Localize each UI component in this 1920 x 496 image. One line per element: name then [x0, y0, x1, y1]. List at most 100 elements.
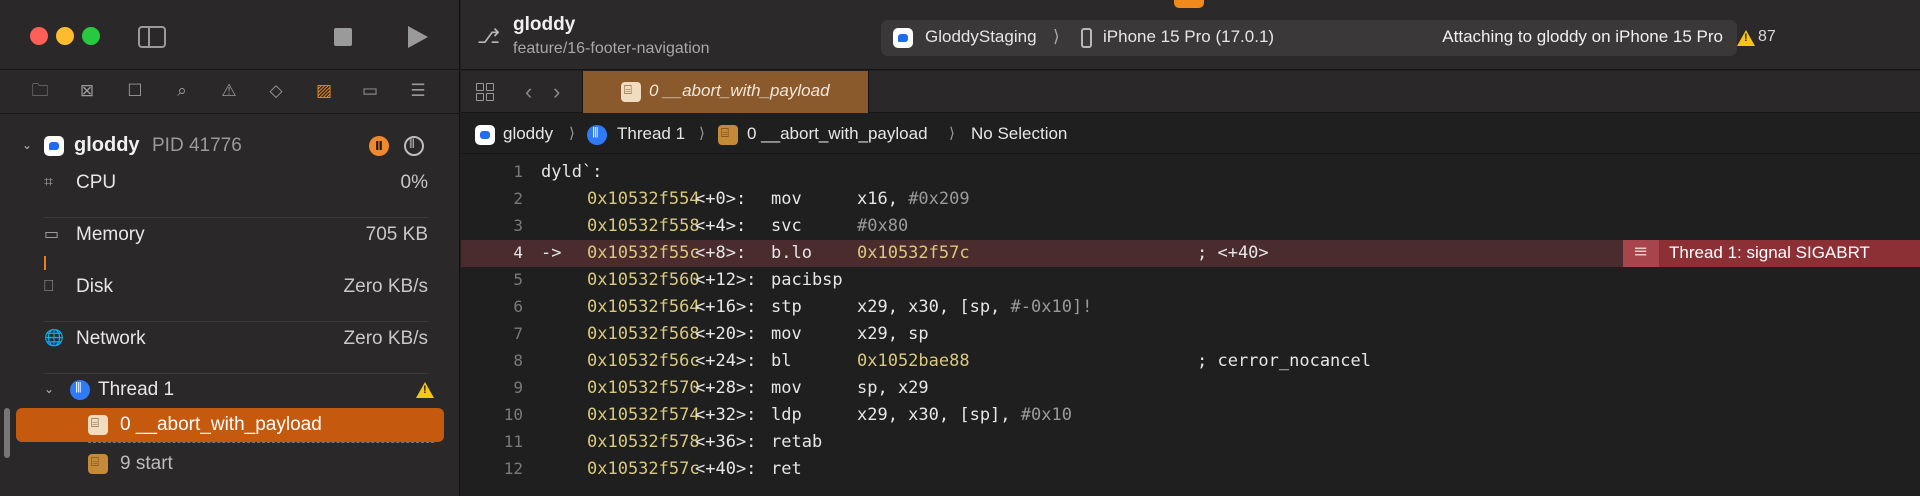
resize-handle[interactable]	[4, 408, 10, 458]
instruction-offset: <+24>:	[695, 351, 757, 371]
thread-row[interactable]: ⌄ Thread 1	[0, 376, 460, 406]
instruction-offset: <+0>:	[695, 189, 747, 209]
instruction-mnemonic: mov	[771, 324, 802, 344]
code-line[interactable]: 11 0x10532f578 <+36>: retab	[461, 429, 1920, 456]
code-line[interactable]: 10 0x10532f574 <+32>: ldp x29, x30, [sp], #0…	[461, 402, 1920, 429]
code-line[interactable]: 9 0x10532f570 <+28>: mov sp, x29	[461, 375, 1920, 402]
code-line[interactable]: 6 0x10532f564 <+16>: stp x29, x30, [sp, #-0x…	[461, 294, 1920, 321]
related-items-icon[interactable]	[476, 83, 494, 101]
line-number: 2	[513, 189, 523, 208]
find-icon[interactable]: ⌕	[170, 80, 194, 102]
instruction-offset: <+36>:	[695, 432, 757, 452]
debug-navigator: 🗀 ⊠ ☐ ⌕ ⚠ ◇ ▨ ▭ ☰ ⌄ gloddy PID 41776 Ⅱ ⌗…	[0, 0, 460, 496]
pc-arrow-icon: ->	[541, 243, 562, 263]
line-number: 7	[513, 324, 523, 343]
jumpbar-selection[interactable]: No Selection	[971, 124, 1067, 144]
issue-icon[interactable]: ⚠	[217, 80, 241, 102]
instruction-mnemonic: mov	[771, 189, 802, 209]
instruction-address: 0x10532f568	[587, 324, 700, 344]
app-icon	[475, 125, 495, 145]
forward-icon[interactable]: ›	[553, 79, 560, 105]
gauge-cpu[interactable]: ⌗ CPU 0%	[0, 166, 460, 218]
instruction-mnemonic: mov	[771, 378, 802, 398]
error-lines-icon	[1623, 240, 1659, 267]
instruction-offset: <+28>:	[695, 378, 757, 398]
code-header: dyld`:	[541, 162, 603, 182]
code-line[interactable]: 8 0x10532f56c <+24>: bl 0x1052bae88 ; cerror_…	[461, 348, 1920, 375]
disassembly-editor[interactable]: 1 dyld`: 2 0x10532f554 <+0>: mov x16, #0x209…	[461, 155, 1920, 496]
report-icon[interactable]: ☰	[406, 80, 430, 102]
frame-icon	[621, 82, 641, 102]
test-icon[interactable]: ◇	[264, 80, 288, 102]
frame-icon	[88, 454, 108, 474]
warning-icon[interactable]	[1737, 30, 1755, 46]
close-window-button[interactable]	[30, 27, 48, 45]
line-number: 12	[503, 459, 523, 478]
instruction-operands: x29, sp	[857, 324, 929, 344]
instruction-address: 0x10532f55c	[587, 243, 700, 263]
threads-icon[interactable]	[404, 136, 424, 156]
instruction-address: 0x10532f560	[587, 270, 700, 290]
instruction-address: 0x10532f57c	[587, 459, 700, 479]
pause-badge-icon[interactable]: Ⅱ	[369, 136, 389, 156]
operand-registers: x16,	[857, 189, 909, 209]
run-button[interactable]	[408, 26, 428, 48]
jumpbar-frame[interactable]: 0 __abort_with_payload	[747, 124, 928, 144]
memory-icon: ▭	[44, 226, 60, 243]
sidebar-toggle-icon[interactable]	[138, 26, 166, 48]
activity-status: Attaching to gloddy on iPhone 15 Pro	[1442, 27, 1723, 46]
jumpbar-app[interactable]: gloddy	[503, 124, 553, 144]
warning-count[interactable]: 87	[1758, 28, 1776, 46]
gauge-label: Memory	[76, 224, 145, 245]
folder-icon[interactable]: 🗀	[28, 80, 52, 102]
code-line[interactable]	[461, 483, 1920, 496]
branch-target: 0x10532f57c	[857, 243, 970, 263]
zoom-window-button[interactable]	[82, 27, 100, 45]
process-row[interactable]: ⌄ gloddy PID 41776 Ⅱ	[0, 130, 460, 162]
thread-icon	[587, 125, 607, 145]
code-line[interactable]: 7 0x10532f568 <+20>: mov x29, sp	[461, 321, 1920, 348]
scheme-selector[interactable]: GloddyStaging	[925, 27, 1037, 47]
error-annotation[interactable]: Thread 1: signal SIGABRT	[1623, 240, 1920, 267]
code-line[interactable]: 12 0x10532f57c <+40>: ret	[461, 456, 1920, 483]
branch-name[interactable]: feature/16-footer-navigation	[513, 40, 710, 58]
source-control-icon[interactable]: ⊠	[75, 80, 99, 102]
line-number: 5	[513, 270, 523, 289]
gauge-network[interactable]: 🌐 Network Zero KB/s	[0, 322, 460, 374]
stack-frame-row[interactable]: 0 __abort_with_payload	[16, 408, 444, 442]
device-selector[interactable]: iPhone 15 Pro (17.0.1)	[1103, 27, 1274, 47]
gauge-memory[interactable]: ▭ Memory 705 KB	[0, 218, 460, 270]
line-number: 11	[503, 432, 523, 451]
activity-view[interactable]: GloddyStaging ⟩ iPhone 15 Pro (17.0.1) A…	[881, 20, 1737, 56]
gauge-label: Network	[76, 328, 146, 349]
frame-label: 0 __abort_with_payload	[120, 414, 322, 435]
instruction-mnemonic: ret	[771, 459, 802, 479]
code-line[interactable]: 3 0x10532f558 <+4>: svc #0x80	[461, 213, 1920, 240]
frame-separator	[88, 442, 434, 443]
code-line[interactable]: 5 0x10532f560 <+12>: pacibsp	[461, 267, 1920, 294]
line-number: 8	[513, 351, 523, 370]
operand-registers: x29, x30, [sp,	[857, 297, 1011, 317]
instruction-operands: #0x80	[857, 216, 908, 236]
current-instruction-line[interactable]: 4 -> 0x10532f55c <+8>: b.lo 0x10532f57c ; <+40…	[461, 240, 1920, 267]
gauge-disk[interactable]: ⎕ Disk Zero KB/s	[0, 270, 460, 322]
project-name[interactable]: gloddy	[513, 14, 575, 36]
app-icon	[893, 28, 913, 48]
minimize-window-button[interactable]	[56, 27, 74, 45]
breakpoint-icon[interactable]: ▭	[358, 80, 382, 102]
chevron-down-icon[interactable]: ⌄	[44, 382, 54, 396]
code-line[interactable]: 1 dyld`:	[461, 159, 1920, 186]
stop-button[interactable]	[334, 28, 352, 46]
line-number: 10	[503, 405, 523, 424]
tab-abort-with-payload[interactable]: 0 __abort_with_payload	[582, 71, 869, 113]
back-icon[interactable]: ‹	[525, 79, 532, 105]
chevron-down-icon[interactable]: ⌄	[22, 138, 32, 152]
bookmark-icon[interactable]: ☐	[123, 80, 147, 102]
debug-navigator-icon[interactable]: ▨	[312, 80, 336, 102]
jumpbar-thread[interactable]: Thread 1	[617, 124, 685, 144]
stack-frame-row[interactable]: 9 start	[16, 447, 444, 481]
app-icon	[44, 136, 64, 156]
instruction-mnemonic: stp	[771, 297, 802, 317]
instruction-operands: x29, x30, [sp, #-0x10]!	[857, 297, 1092, 317]
code-line[interactable]: 2 0x10532f554 <+0>: mov x16, #0x209	[461, 186, 1920, 213]
